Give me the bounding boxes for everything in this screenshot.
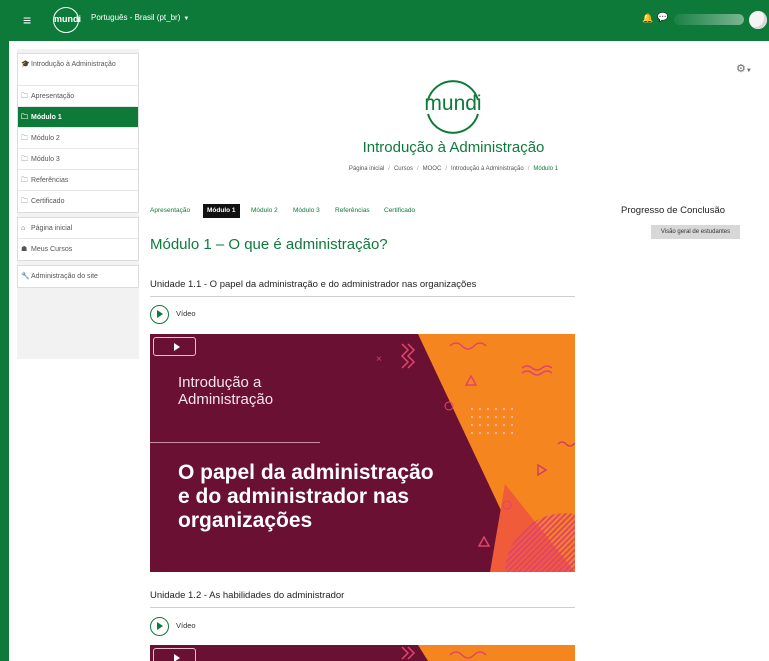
thumbnail-title-line: O papel da administração xyxy=(178,461,434,484)
breadcrumb-item-cursos[interactable]: Cursos xyxy=(394,166,413,172)
video-label: Vídeo xyxy=(176,621,196,630)
folder-icon: 🗀 xyxy=(21,93,28,100)
sidebar-item-modulo-3[interactable]: 🗀 Módulo 3 xyxy=(18,149,138,170)
play-circle-icon xyxy=(150,305,169,324)
sidebar-item-modulo-1[interactable]: 🗀 Módulo 1 xyxy=(18,107,138,128)
video-thumbnail[interactable] xyxy=(150,645,575,661)
chat-icon[interactable]: 💬 xyxy=(657,12,668,23)
thumbnail-divider xyxy=(150,442,320,443)
sidebar-item-label: Módulo 1 xyxy=(31,114,62,121)
sidebar-item-label: Apresentação xyxy=(31,93,75,100)
video-label: Vídeo xyxy=(176,309,196,318)
breadcrumb-separator: / xyxy=(416,166,419,172)
unit-title: Unidade 1.2 - As habilidades do administ… xyxy=(150,590,345,601)
breadcrumb-item-home[interactable]: Página inicial xyxy=(349,166,384,172)
sidebar: 🎓 Introdução à Administração 🗀 Apresentaçã… xyxy=(17,49,139,359)
sidebar-item-label: Módulo 2 xyxy=(31,135,60,142)
progress-title: Progresso de Conclusão xyxy=(621,205,726,216)
thumbnail-artwork xyxy=(401,645,575,661)
video-thumbnail[interactable]: × Introdução a Administração O papel da a… xyxy=(150,334,575,572)
sidebar-item-administracao-site[interactable]: 🔧 Administração do site xyxy=(18,266,138,287)
courses-icon: ☗ xyxy=(21,246,28,253)
language-label: Português - Brasil (pt_br) xyxy=(91,13,181,22)
tab-modulo-1[interactable]: Módulo 1 xyxy=(203,204,240,218)
play-button[interactable] xyxy=(153,648,196,661)
mundi-logo[interactable]: mundi xyxy=(53,7,81,33)
page-title: Introdução à Administração xyxy=(362,139,545,156)
folder-icon: 🗀 xyxy=(21,135,28,142)
avatar[interactable] xyxy=(749,11,767,29)
thumbnail-title-line: organizações xyxy=(178,509,313,532)
sidebar-item-apresentacao[interactable]: 🗀 Apresentação xyxy=(18,86,138,107)
sidebar-item-label: Certificado xyxy=(31,198,65,205)
tab-referencias[interactable]: Referências xyxy=(335,204,370,218)
sidebar-item-referencias[interactable]: 🗀 Referências xyxy=(18,170,138,191)
wrench-icon: 🔧 xyxy=(21,273,30,280)
unit-divider xyxy=(150,607,575,608)
sidebar-nav-group: ⌂ Página inicial ☗ Meus Cursos xyxy=(17,217,139,261)
overview-students-button[interactable]: Visão geral de estudantes xyxy=(651,225,740,239)
sidebar-item-modulo-2[interactable]: 🗀 Módulo 2 xyxy=(18,128,138,149)
breadcrumb-separator: / xyxy=(527,166,530,172)
breadcrumb: Página inicial / Cursos / MOOC / Introdução à … xyxy=(300,166,607,172)
unit-divider xyxy=(150,296,575,297)
left-edge-strip xyxy=(0,0,9,661)
home-icon: ⌂ xyxy=(21,225,26,232)
sidebar-item-label: Referências xyxy=(31,177,69,184)
thumbnail-title: O papel da administração e do administrad… xyxy=(178,461,434,533)
breadcrumb-item-current[interactable]: Módulo 1 xyxy=(533,166,558,172)
sidebar-item-meus-cursos[interactable]: ☗ Meus Cursos xyxy=(18,239,138,260)
breadcrumb-separator: / xyxy=(445,166,447,172)
folder-icon: 🗀 xyxy=(21,114,28,121)
thumbnail-title-line: e do administrador nas xyxy=(178,485,410,508)
breadcrumb-item-course[interactable]: Introdução à Administração xyxy=(451,166,524,172)
sidebar-admin-group: 🔧 Administração do site xyxy=(17,265,139,288)
user-name-blurred[interactable] xyxy=(674,14,744,25)
bell-icon[interactable]: 🔔 xyxy=(642,13,653,24)
hamburger-menu-icon[interactable]: ≡ xyxy=(23,12,31,28)
sidebar-item-label: Módulo 3 xyxy=(31,156,60,163)
play-circle-icon xyxy=(150,617,169,636)
sidebar-item-certificado[interactable]: 🗀 Certificado xyxy=(18,191,138,212)
tab-apresentacao[interactable]: Apresentação xyxy=(150,204,190,218)
sidebar-course-group: 🎓 Introdução à Administração 🗀 Apresentaçã… xyxy=(17,53,139,213)
sidebar-item-label: Introdução à Administração xyxy=(31,61,116,68)
sidebar-item-label: Página inicial xyxy=(31,225,73,232)
sidebar-item-pagina-inicial[interactable]: ⌂ Página inicial xyxy=(18,218,138,239)
folder-icon: 🗀 xyxy=(21,177,28,184)
course-logo: mundi xyxy=(422,74,484,136)
tab-modulo-3[interactable]: Módulo 3 xyxy=(293,204,320,218)
chevron-down-icon: ▼ xyxy=(745,68,752,74)
language-selector[interactable]: Português - Brasil (pt_br) ▼ xyxy=(91,13,189,22)
thumbnail-subtitle-line: Administração xyxy=(178,391,274,408)
tab-modulo-2[interactable]: Módulo 2 xyxy=(251,204,278,218)
tab-certificado[interactable]: Certificado xyxy=(384,204,415,218)
breadcrumb-item-mooc[interactable]: MOOC xyxy=(423,166,442,172)
module-title: Módulo 1 – O que é administração? xyxy=(150,236,388,253)
top-navbar: ≡ mundi Português - Brasil (pt_br) ▼ 🔔 💬 xyxy=(9,0,769,41)
settings-menu[interactable]: ⚙▼ xyxy=(736,62,752,75)
thumbnail-subtitle: Introdução a Administração xyxy=(178,374,273,408)
graduation-cap-icon: 🎓 xyxy=(21,61,30,68)
folder-icon: 🗀 xyxy=(21,156,28,163)
chevron-down-icon: ▼ xyxy=(183,16,190,22)
unit-title: Unidade 1.1 - O papel da administração e… xyxy=(150,279,477,290)
svg-text:×: × xyxy=(376,354,382,365)
breadcrumb-separator: / xyxy=(388,166,390,172)
folder-icon: 🗀 xyxy=(21,198,28,205)
sidebar-item-course[interactable]: 🎓 Introdução à Administração xyxy=(18,54,138,86)
sidebar-item-label: Administração do site xyxy=(31,273,98,280)
thumbnail-subtitle-line: Introdução a xyxy=(178,374,262,391)
logo-text: mundi xyxy=(424,92,482,115)
play-button[interactable] xyxy=(153,337,196,356)
gear-icon: ⚙ xyxy=(736,63,746,75)
thumbnail-artwork: × xyxy=(376,334,575,572)
sidebar-item-label: Meus Cursos xyxy=(31,246,73,253)
